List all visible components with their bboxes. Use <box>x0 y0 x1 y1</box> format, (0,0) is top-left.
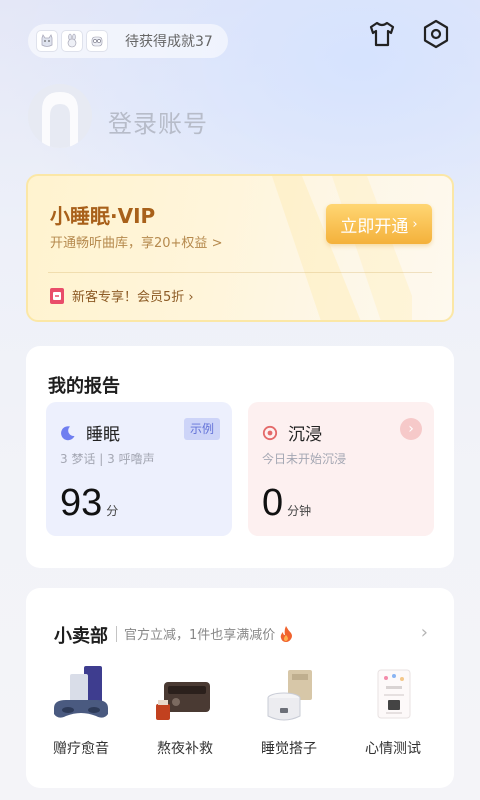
shop-title: 小卖部 <box>54 626 108 647</box>
product-label: 睡觉搭子 <box>261 741 317 757</box>
mood-test-product-icon <box>358 664 428 728</box>
product-label: 心情测试 <box>365 741 421 757</box>
product-item[interactable]: 心情测试 <box>348 664 438 758</box>
product-item[interactable]: 熬夜补救 <box>140 664 230 758</box>
target-icon <box>262 425 278 440</box>
vip-decoration <box>272 176 412 320</box>
moon-icon <box>61 425 75 440</box>
chevron-right-icon: › <box>412 216 418 232</box>
vip-subtitle[interactable]: 开通畅听曲库，享20+权益 > <box>50 232 222 251</box>
immerse-report-card[interactable]: 沉浸 › 今日未开始沉浸 0 分钟 <box>248 402 434 536</box>
humidifier-product-icon <box>254 664 324 728</box>
divider <box>48 272 432 273</box>
immerse-score: 0 分钟 <box>262 482 311 525</box>
achievement-text: 待获得成就37 <box>125 34 213 50</box>
sleep-report-card[interactable]: 睡眠 示例 3 梦话 | 3 呼噜声 93 分 <box>46 402 232 536</box>
sleep-meta: 3 梦话 | 3 呼噜声 <box>60 452 155 466</box>
vip-promo[interactable]: 新客专享！会员5折 › <box>50 286 194 305</box>
settings-icon[interactable] <box>420 18 452 50</box>
vip-promo-text: 新客专享！会员5折 › <box>72 290 194 305</box>
divider <box>116 626 117 642</box>
sleep-score-unit: 分 <box>106 504 119 518</box>
login-link[interactable]: 登录账号 <box>108 104 208 139</box>
product-item[interactable]: 睡觉搭子 <box>244 664 334 758</box>
shop-subtitle: 官方立减，1件也享满减价 <box>124 624 293 643</box>
sleep-header: 睡眠 <box>60 420 120 445</box>
sleep-score-value: 93 <box>60 482 103 524</box>
gift-card-icon <box>50 287 64 304</box>
tshirt-icon[interactable] <box>366 18 398 50</box>
report-card: 我的报告 睡眠 示例 3 梦话 | 3 呼噜声 93 分 沉浸 › 今日未开始沉… <box>26 346 454 568</box>
product-item[interactable]: 赠疗愈音 <box>36 664 126 758</box>
example-tag: 示例 <box>183 418 220 440</box>
immerse-label: 沉浸 <box>288 425 322 445</box>
vip-button-label: 立即开通 <box>340 216 409 237</box>
speaker-product-icon <box>150 664 220 728</box>
vip-activate-button[interactable]: 立即开通 › <box>326 204 432 244</box>
sleep-score: 93 分 <box>60 482 118 525</box>
immerse-meta: 今日未开始沉浸 <box>262 452 347 466</box>
vip-card[interactable]: 小睡眠·VIP 开通畅听曲库，享20+权益 > 立即开通 › 新客专享！会员5折… <box>26 174 454 322</box>
report-title: 我的报告 <box>48 376 120 397</box>
immerse-score-value: 0 <box>262 482 284 524</box>
immerse-score-unit: 分钟 <box>287 504 312 518</box>
sleep-mask-product-icon <box>46 664 116 728</box>
chevron-right-icon[interactable]: › <box>400 418 422 440</box>
product-label: 熬夜补救 <box>157 741 213 757</box>
achievement-pill[interactable]: 待获得成就37 <box>28 24 228 58</box>
sleep-label: 睡眠 <box>86 425 120 445</box>
cat-badge-icon <box>36 30 58 52</box>
shop-subtitle-text: 官方立减，1件也享满减价 <box>124 628 276 643</box>
product-label: 赠疗愈音 <box>53 741 109 757</box>
rabbit-badge-icon <box>61 30 83 52</box>
avatar[interactable] <box>28 84 92 148</box>
immerse-header: 沉浸 <box>262 420 322 445</box>
shop-more-button[interactable]: › <box>421 622 428 643</box>
fire-icon <box>281 625 293 642</box>
vip-title: 小睡眠·VIP <box>50 204 156 228</box>
owl-badge-icon <box>86 30 108 52</box>
shop-card: 小卖部 官方立减，1件也享满减价 › 赠疗愈音 熬夜补救 睡觉搭子 心情测试 <box>26 588 454 788</box>
